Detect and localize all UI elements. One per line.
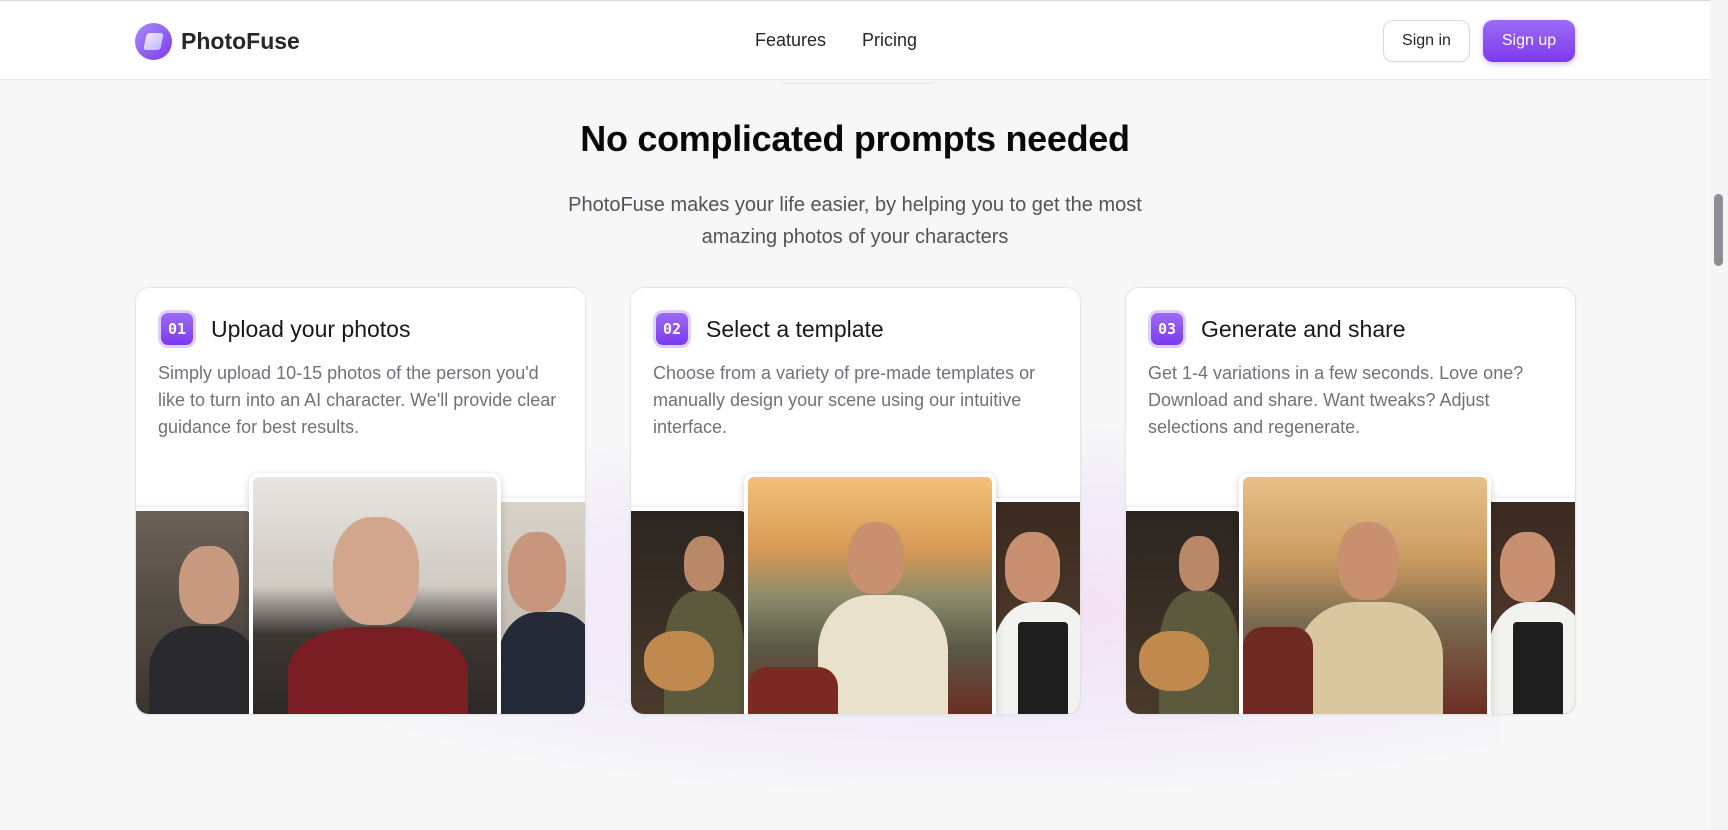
sample-photo-guitarist xyxy=(631,507,749,714)
step-number-badge: 03 xyxy=(1148,310,1186,348)
sample-photo-right xyxy=(494,498,585,714)
step-title: Generate and share xyxy=(1201,315,1406,342)
nav-link-features[interactable]: Features xyxy=(755,30,826,51)
step-card-template: 02 Select a template Choose from a varie… xyxy=(630,287,1081,715)
step-number-badge: 02 xyxy=(653,310,691,348)
scrollbar-thumb[interactable] xyxy=(1714,194,1723,266)
step-card-header: 02 Select a template xyxy=(653,310,884,348)
step-number-badge: 01 xyxy=(158,310,196,348)
nav-link-pricing[interactable]: Pricing xyxy=(862,30,917,51)
sign-up-button[interactable]: Sign up xyxy=(1483,20,1575,62)
site-header: PhotoFuse Features Pricing Sign in Sign … xyxy=(0,0,1710,80)
step-card-upload: 01 Upload your photos Simply upload 10-1… xyxy=(135,287,586,715)
brand-logo[interactable]: PhotoFuse xyxy=(135,23,300,60)
step-title: Upload your photos xyxy=(211,315,411,342)
sample-photo-left xyxy=(136,507,254,714)
step-card-generate: 03 Generate and share Get 1-4 variations… xyxy=(1125,287,1576,715)
step-title: Select a template xyxy=(706,315,884,342)
sample-photo-car xyxy=(1239,473,1491,714)
main-nav: Features Pricing xyxy=(755,30,917,51)
sample-photo-center xyxy=(249,473,501,714)
nav-dropdown-edge xyxy=(780,80,935,84)
step-description: Get 1-4 variations in a few seconds. Lov… xyxy=(1148,363,1524,437)
step-card-header: 03 Generate and share xyxy=(1148,310,1406,348)
step-description: Simply upload 10-15 photos of the person… xyxy=(158,363,557,437)
sample-photo-chef xyxy=(1484,498,1575,714)
sample-photo-chef xyxy=(989,498,1080,714)
scrollbar-track[interactable] xyxy=(1710,0,1728,830)
step-card-header: 01 Upload your photos xyxy=(158,310,410,348)
sample-photo-car xyxy=(744,473,996,714)
sign-in-button[interactable]: Sign in xyxy=(1383,20,1470,62)
section-title: No complicated prompts needed xyxy=(580,118,1130,159)
brand-name: PhotoFuse xyxy=(181,28,300,54)
step-description: Choose from a variety of pre-made templa… xyxy=(653,363,1036,437)
section-subtitle: PhotoFuse makes your life easier, by hel… xyxy=(568,194,1142,248)
sample-photo-guitarist xyxy=(1126,507,1244,714)
photofuse-logo-icon xyxy=(135,23,172,60)
